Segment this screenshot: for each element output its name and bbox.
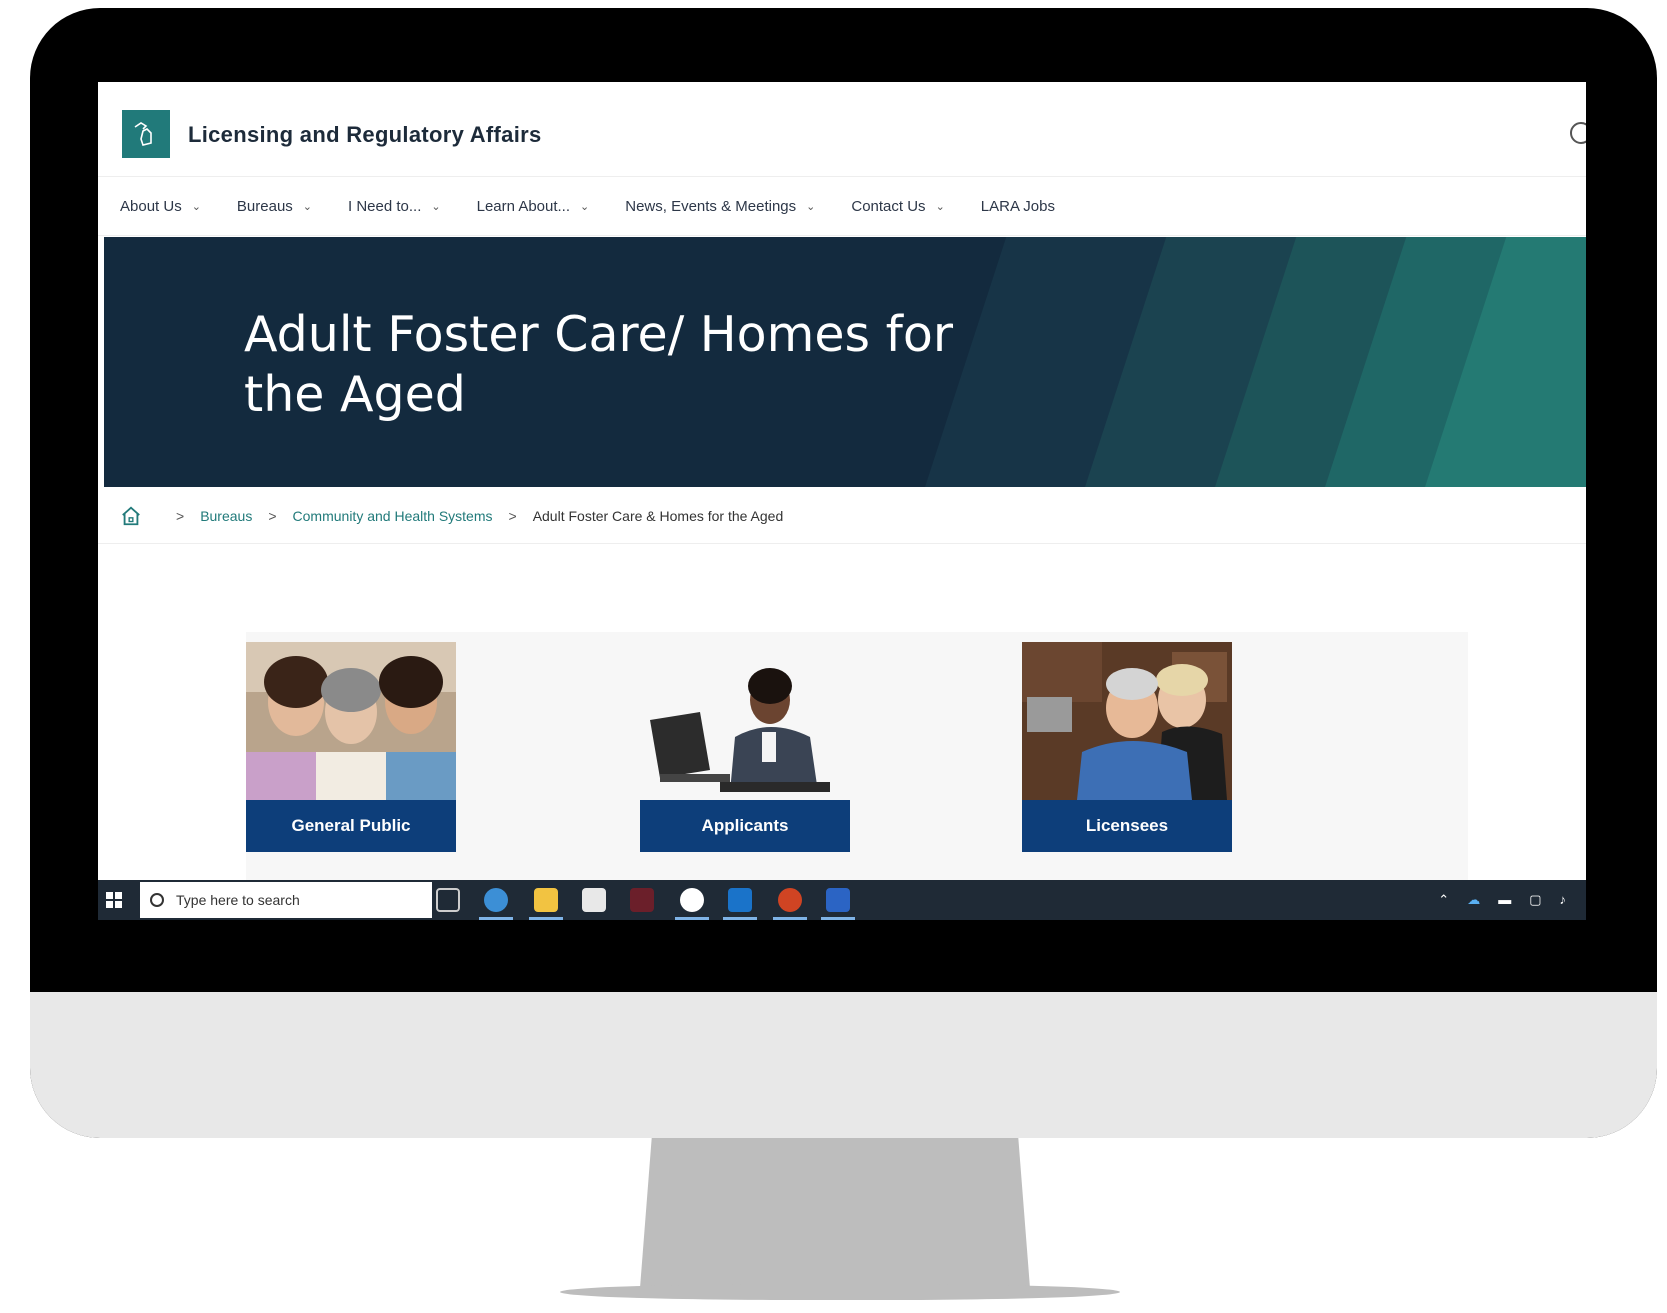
active-app-indicator [675, 917, 709, 920]
nav-item-i-need-to[interactable]: I Need to... ⌄ [348, 198, 441, 215]
task-view-icon[interactable] [436, 888, 460, 912]
breadcrumb: > Bureaus > Community and Health Systems… [98, 488, 1586, 544]
active-app-indicator [723, 917, 757, 920]
breadcrumb-link-community-health[interactable]: Community and Health Systems [293, 508, 493, 524]
calendar-icon[interactable] [582, 888, 606, 912]
card-licensees[interactable]: Licensees [1022, 642, 1232, 852]
nav-item-label: Bureaus [236, 198, 293, 215]
windows-start-icon[interactable] [106, 892, 122, 908]
chevron-down-icon: ⌄ [806, 201, 816, 213]
card-label: Licensees [1022, 800, 1232, 852]
nav-item-lara-jobs[interactable]: LARA Jobs [981, 198, 1055, 215]
chevron-down-icon: ⌄ [431, 201, 441, 213]
file-explorer-icon[interactable] [534, 888, 558, 912]
system-tray: ⌃ ☁ ▬ ▢ ♪ [1438, 892, 1566, 908]
volume-icon[interactable]: ♪ [1560, 892, 1567, 908]
card-general-public[interactable]: General Public [246, 642, 456, 852]
nav-item-news-events-meetings[interactable]: News, Events & Meetings ⌄ [625, 198, 815, 215]
family-photo-image [246, 642, 456, 800]
site-header: Licensing and Regulatory Affairs [98, 82, 1586, 177]
card-applicants[interactable]: Applicants [640, 642, 850, 852]
nav-item-label: Contact Us [851, 198, 926, 215]
display-icon[interactable]: ▢ [1529, 892, 1541, 908]
windows-taskbar: Type here to search ⌃ ☁ ▬ ▢ ♪ [98, 880, 1586, 920]
chevron-down-icon: ⌄ [302, 201, 313, 213]
monitor-chin [30, 992, 1657, 1138]
breadcrumb-separator: > [176, 507, 185, 524]
hero-banner: Adult Foster Care/ Homes for the Aged [104, 237, 1586, 487]
breadcrumb-link-bureaus[interactable]: Bureaus [200, 508, 252, 524]
audience-cards: General Public Applicants Licensees [246, 632, 1468, 920]
nav-item-label: Learn About... [476, 198, 571, 215]
monitor-mockup: Licensing and Regulatory Affairs About U… [0, 0, 1667, 1313]
nav-item-label: I Need to... [348, 198, 422, 215]
main-nav: About Us ⌄ Bureaus ⌄ I Need to... ⌄ Lear… [98, 178, 1586, 236]
card-photo-licensees [1022, 642, 1232, 800]
nav-item-about-us[interactable]: About Us ⌄ [120, 198, 201, 215]
active-app-indicator [529, 917, 563, 920]
edge-browser-icon[interactable] [484, 888, 508, 912]
breadcrumb-separator: > [508, 507, 517, 524]
chrome-icon[interactable] [680, 888, 704, 912]
network-icon[interactable]: ▬ [1498, 892, 1511, 908]
site-title[interactable]: Licensing and Regulatory Affairs [188, 122, 542, 148]
word-icon[interactable] [826, 888, 850, 912]
breadcrumb-current: Adult Foster Care & Homes for the Aged [532, 507, 784, 524]
applicant-photo-image [640, 642, 850, 800]
card-label: Applicants [640, 800, 850, 852]
chevron-down-icon: ⌄ [935, 201, 945, 213]
outlook-icon[interactable] [728, 888, 752, 912]
michigan-logo-icon[interactable] [122, 110, 170, 158]
page-title: Adult Foster Care/ Homes for the Aged [244, 306, 953, 423]
chevron-down-icon: ⌄ [191, 201, 201, 213]
browser-screen: Licensing and Regulatory Affairs About U… [98, 82, 1586, 920]
monitor-stand [640, 1138, 1030, 1288]
nav-item-label: News, Events & Meetings [625, 198, 797, 215]
nav-item-learn-about[interactable]: Learn About... ⌄ [477, 198, 590, 215]
michigan-mitten-icon [134, 122, 152, 146]
nav-item-label: LARA Jobs [980, 198, 1055, 215]
monitor-base [560, 1284, 1120, 1300]
chevron-up-icon[interactable]: ⌃ [1438, 892, 1449, 908]
home-icon[interactable] [120, 505, 142, 527]
app-icon[interactable] [630, 888, 654, 912]
active-app-indicator [479, 917, 513, 920]
card-photo-family [246, 642, 456, 800]
powerpoint-icon[interactable] [778, 888, 802, 912]
active-app-indicator [773, 917, 807, 920]
onedrive-icon[interactable]: ☁ [1467, 892, 1480, 908]
search-icon[interactable] [1570, 122, 1586, 144]
licensees-photo-image [1022, 642, 1232, 800]
taskbar-search-input[interactable]: Type here to search [140, 882, 432, 918]
card-photo-applicant [640, 642, 850, 800]
card-label: General Public [246, 800, 456, 852]
chevron-down-icon: ⌄ [580, 201, 590, 213]
nav-item-label: About Us [120, 198, 182, 215]
nav-item-contact-us[interactable]: Contact Us ⌄ [851, 198, 944, 215]
active-app-indicator [821, 917, 855, 920]
taskbar-search-placeholder: Type here to search [176, 892, 300, 908]
search-icon [150, 893, 164, 907]
nav-item-bureaus[interactable]: Bureaus ⌄ [237, 198, 312, 215]
breadcrumb-separator: > [268, 507, 277, 524]
